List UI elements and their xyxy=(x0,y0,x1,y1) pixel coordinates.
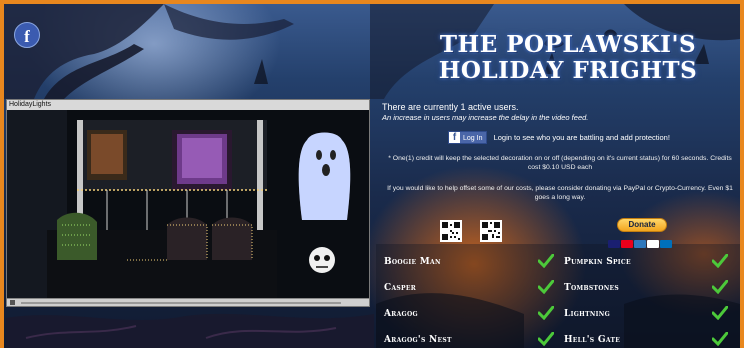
donate-button[interactable]: Donate xyxy=(617,218,667,232)
decorative-branches xyxy=(6,313,374,348)
delay-warning: An increase in users may increase the de… xyxy=(382,113,589,122)
payment-cards xyxy=(608,235,673,248)
decoration-row: Aragog's Nest Hell's Gate xyxy=(384,330,738,348)
decoration-boogie-man[interactable]: Boogie Man xyxy=(384,252,441,272)
qr-pattern xyxy=(482,222,500,240)
decoration-aragogs-nest[interactable]: Aragog's Nest xyxy=(384,330,452,348)
check-icon[interactable] xyxy=(712,332,728,346)
bank-card-icon xyxy=(660,240,672,248)
credit-note: * One(1) credit will keep the selected d… xyxy=(388,155,732,171)
login-button-label: Log In xyxy=(463,135,483,142)
page-background: f THE POPLAWSKI'S HOLIDAY FRIGHTS Holida… xyxy=(4,4,740,348)
mastercard-icon xyxy=(621,240,633,248)
qr-code-icon[interactable] xyxy=(480,220,502,242)
check-icon[interactable] xyxy=(538,254,554,268)
login-prompt: Login to see who you are battling and ad… xyxy=(493,133,670,142)
qr-code-icon[interactable] xyxy=(440,220,462,242)
amex-card-icon xyxy=(634,240,646,248)
house-camera-view xyxy=(7,110,369,298)
check-icon[interactable] xyxy=(538,332,554,346)
decoration-hells-gate[interactable]: Hell's Gate xyxy=(564,330,620,348)
video-title: HolidayLights xyxy=(7,100,369,110)
play-icon[interactable] xyxy=(10,300,15,305)
video-progress-track[interactable] xyxy=(21,302,341,304)
facebook-icon: f xyxy=(449,132,460,143)
facebook-login-button[interactable]: f Log In xyxy=(448,131,488,144)
check-icon[interactable] xyxy=(538,306,554,320)
decoration-pumpkin-spice[interactable]: Pumpkin Spice xyxy=(564,252,631,272)
decoration-row: Casper Tombstones xyxy=(384,278,738,298)
check-icon[interactable] xyxy=(712,280,728,294)
page-title: THE POPLAWSKI'S HOLIDAY FRIGHTS xyxy=(418,32,718,84)
info-panel: There are currently 1 active users. An i… xyxy=(382,102,738,201)
decoration-row: Boogie Man Pumpkin Spice xyxy=(384,252,738,272)
visa-card-icon xyxy=(608,240,620,248)
check-icon[interactable] xyxy=(712,254,728,268)
check-icon[interactable] xyxy=(712,306,728,320)
discover-card-icon xyxy=(647,240,659,248)
active-users-count: There are currently 1 active users. xyxy=(382,102,519,112)
title-line-2: HOLIDAY FRIGHTS xyxy=(438,57,698,84)
decoration-aragog[interactable]: Aragog xyxy=(384,304,418,324)
facebook-icon[interactable]: f xyxy=(14,22,40,48)
donate-note: If you would like to help offset some of… xyxy=(387,185,733,201)
decoration-casper[interactable]: Casper xyxy=(384,278,416,298)
video-controls[interactable] xyxy=(7,298,369,306)
decoration-row: Aragog Lightning xyxy=(384,304,738,324)
title-line-1: THE POPLAWSKI'S xyxy=(439,31,697,58)
qr-pattern xyxy=(442,222,460,240)
decoration-tombstones[interactable]: Tombstones xyxy=(564,278,619,298)
check-icon[interactable] xyxy=(538,280,554,294)
video-feed[interactable]: HolidayLights xyxy=(6,99,370,307)
login-row: f Log In Login to see who you are battlin… xyxy=(448,131,738,145)
decoration-lightning[interactable]: Lightning xyxy=(564,304,610,324)
